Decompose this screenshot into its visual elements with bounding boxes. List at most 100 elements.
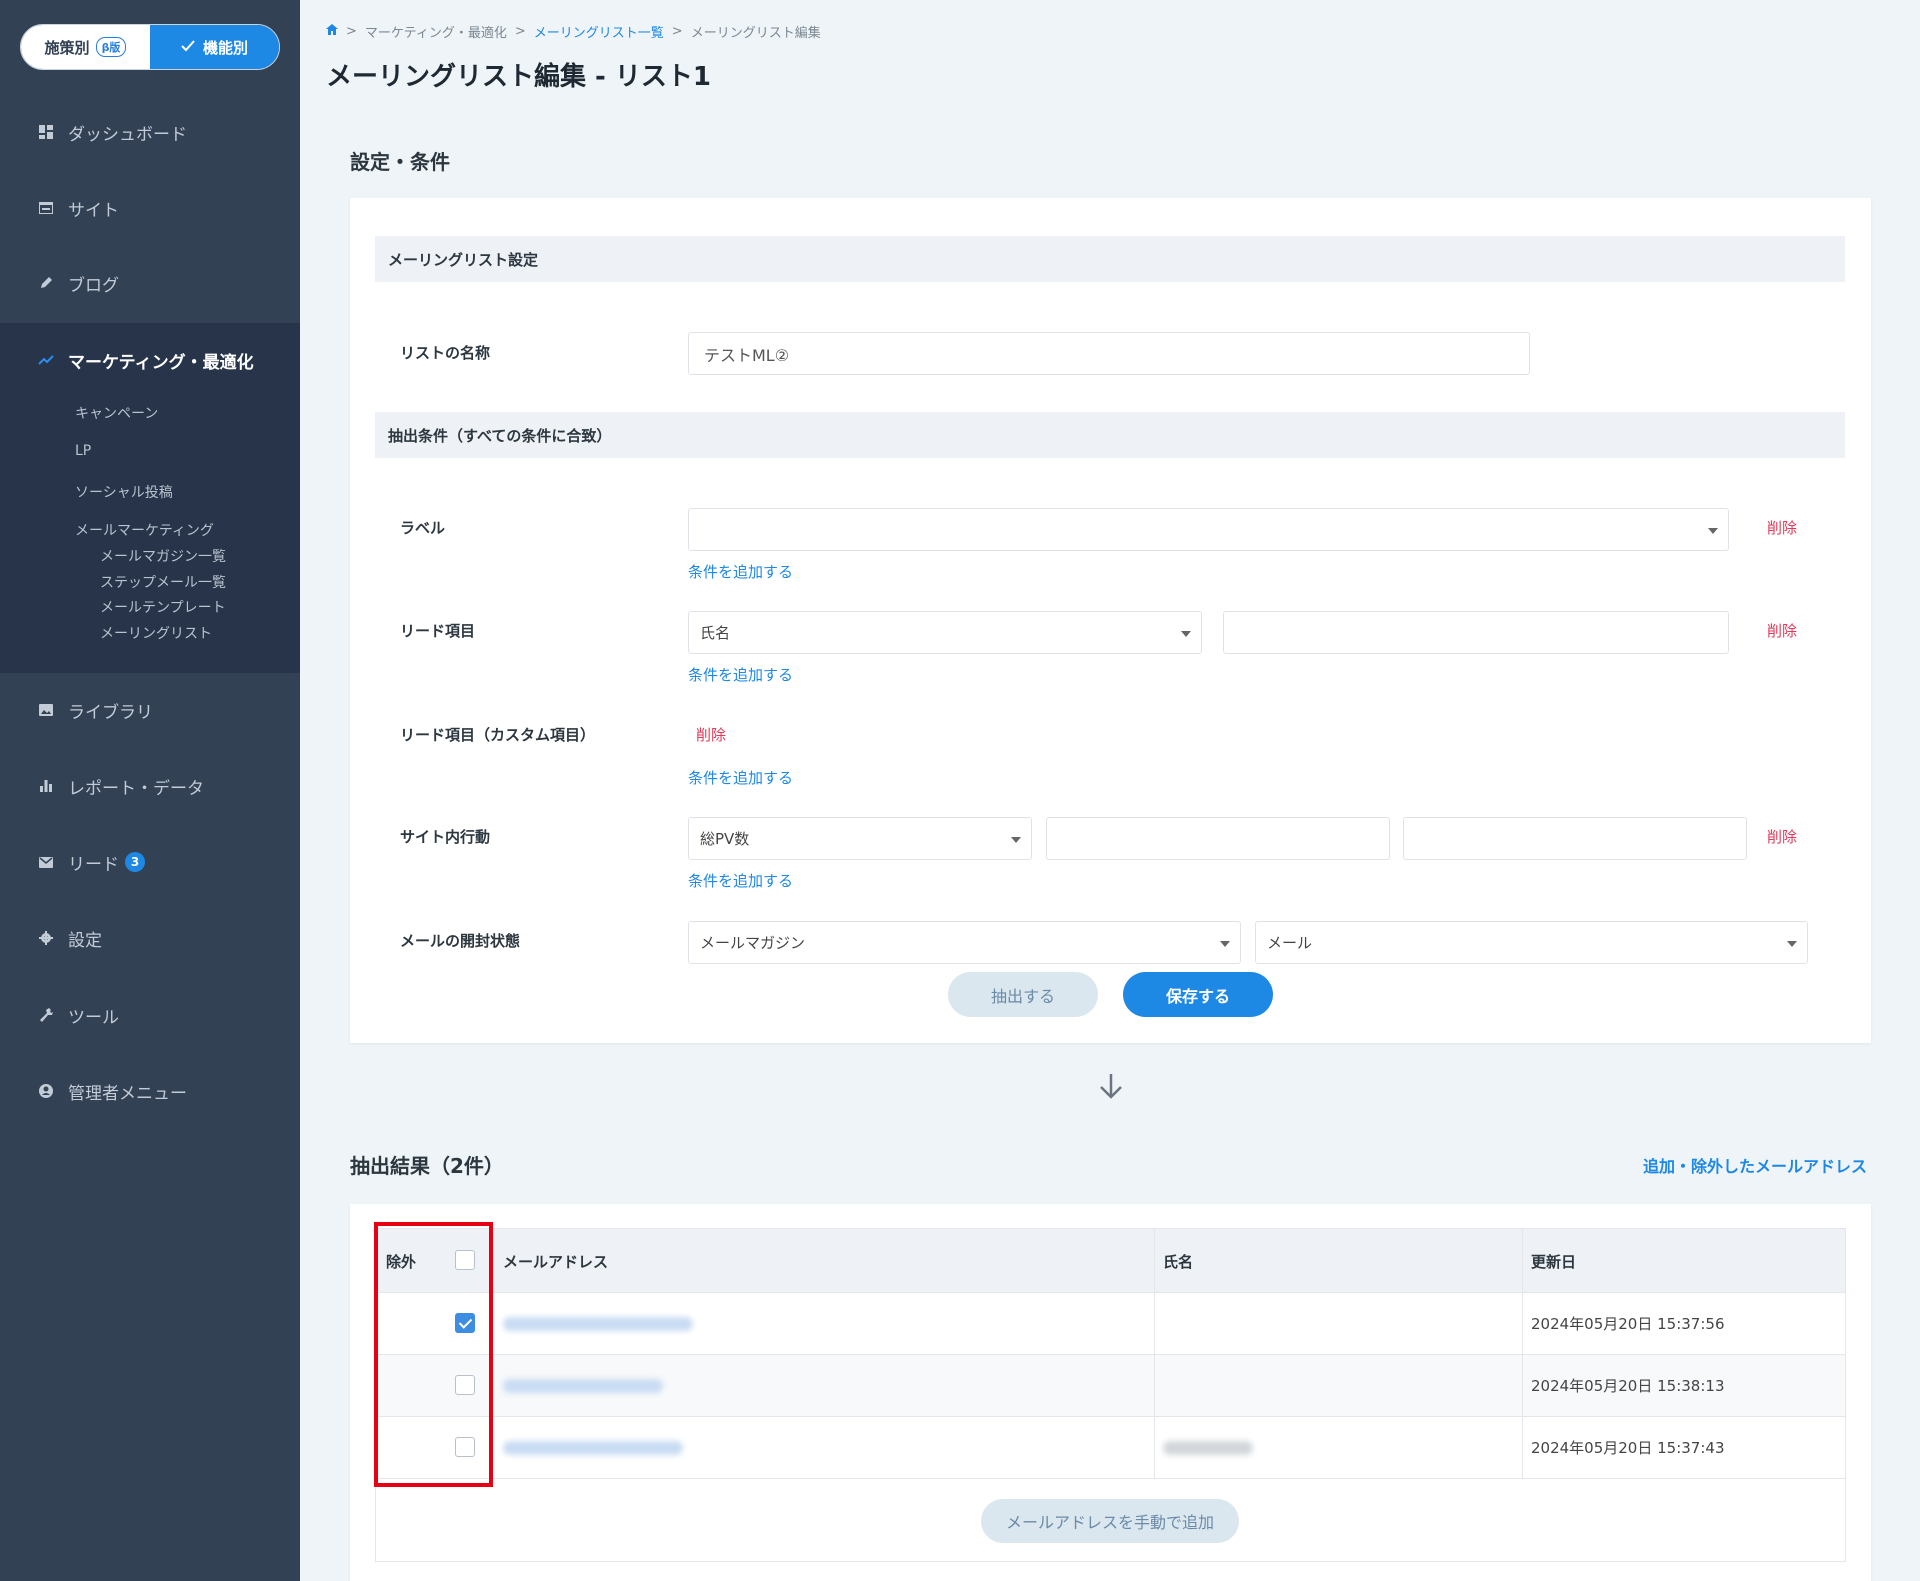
wrench-icon (38, 1007, 54, 1023)
sub-campaign[interactable]: キャンペーン (75, 403, 158, 423)
nav-settings[interactable]: 設定 (0, 918, 300, 958)
breadcrumb-separator: > (671, 24, 683, 39)
breadcrumb: > マーケティング・最適化 > メーリングリスト一覧 > メーリングリスト編集 (326, 22, 821, 41)
nav-admin[interactable]: 管理者メニュー (0, 1071, 300, 1111)
add-site-condition[interactable]: 条件を追加する (688, 870, 793, 891)
header-email: メールアドレス (503, 1253, 609, 1271)
table-row: 2024年05月20日 15:37:56 (376, 1292, 1845, 1354)
updated-date: 2024年05月20日 15:37:43 (1531, 1439, 1725, 1457)
nav-lead[interactable]: リード 3 (0, 842, 300, 882)
breadcrumb-marketing: マーケティング・最適化 (364, 26, 507, 41)
site-behavior-select[interactable]: 総PV数 (688, 817, 1032, 860)
label-select[interactable] (688, 508, 1729, 551)
home-icon[interactable] (326, 24, 338, 39)
name-redacted (1163, 1441, 1253, 1455)
label-condition-label: ラベル (400, 519, 446, 537)
extract-button[interactable]: 抽出する (948, 972, 1098, 1017)
save-button[interactable]: 保存する (1123, 972, 1273, 1017)
sub-mailing-list[interactable]: メーリングリスト (100, 623, 212, 643)
site-behavior-min-input[interactable] (1046, 817, 1390, 860)
email-redacted[interactable] (503, 1317, 693, 1331)
view-toggle[interactable]: 施策別 β版 機能別 (20, 24, 280, 70)
header-updated: 更新日 (1531, 1253, 1577, 1271)
sub-lp[interactable]: LP (75, 443, 91, 459)
add-custom-condition[interactable]: 条件を追加する (688, 767, 793, 788)
header-exclude: 除外 (386, 1253, 417, 1271)
trend-icon (38, 352, 54, 368)
added-excluded-emails-link[interactable]: 追加・除外したメールアドレス (1643, 1153, 1867, 1177)
pencil-icon (38, 275, 54, 291)
add-lead-condition[interactable]: 条件を追加する (688, 664, 793, 685)
nav-report[interactable]: レポート・データ (0, 766, 300, 806)
site-behavior-max-input[interactable] (1403, 817, 1747, 860)
updated-date: 2024年05月20日 15:37:56 (1531, 1315, 1725, 1333)
add-label-condition[interactable]: 条件を追加する (688, 561, 793, 582)
nav-site[interactable]: サイト (0, 188, 300, 228)
results-section-title: 抽出結果（2件） (350, 1154, 504, 1178)
nav-blog[interactable]: ブログ (0, 263, 300, 303)
settings-card: メーリングリスト設定 リストの名称 テストML② 抽出条件（すべての条件に合致）… (350, 198, 1871, 1043)
email-redacted[interactable] (503, 1441, 683, 1455)
lead-count-badge: 3 (125, 852, 145, 872)
nav-marketing[interactable]: マーケティング・最適化 (0, 340, 300, 380)
toggle-by-measure[interactable]: 施策別 β版 (21, 25, 150, 69)
delete-lead-condition[interactable]: 削除 (1767, 620, 1797, 641)
nav-dashboard[interactable]: ダッシュボード (0, 112, 300, 152)
chevron-down-icon (1181, 631, 1191, 637)
toggle-by-function[interactable]: 機能別 (150, 25, 279, 69)
sidebar: 施策別 β版 機能別 ダッシュボード サイト ブログ マーケティング・最適化 キ… (0, 0, 300, 1581)
settings-section-title: 設定・条件 (350, 150, 450, 174)
page-title: メーリングリスト編集 - リスト1 (326, 62, 711, 92)
lead-item-select[interactable]: 氏名 (688, 611, 1202, 654)
custom-item-label: リード項目（カスタム項目） (400, 726, 596, 744)
sub-mail-marketing[interactable]: メールマーケティング (75, 520, 214, 540)
arrow-down-icon (1098, 1072, 1124, 1104)
header-name: 氏名 (1163, 1253, 1194, 1271)
nav-library[interactable]: ライブラリ (0, 690, 300, 730)
delete-label-condition[interactable]: 削除 (1767, 517, 1797, 538)
sub-mail-magazine-list[interactable]: メールマガジン一覧 (100, 546, 226, 566)
breadcrumb-separator: > (514, 24, 526, 39)
email-redacted[interactable] (503, 1379, 663, 1393)
sub-step-mail-list[interactable]: ステップメール一覧 (100, 572, 226, 592)
delete-custom-condition[interactable]: 削除 (696, 724, 726, 745)
list-name-label: リストの名称 (400, 344, 491, 362)
lead-item-value-input[interactable] (1223, 611, 1729, 654)
exclude-checkbox[interactable] (455, 1437, 475, 1457)
mail-type-select[interactable]: メールマガジン (688, 921, 1241, 964)
column-divider (1154, 1229, 1155, 1478)
nav-tools[interactable]: ツール (0, 995, 300, 1035)
breadcrumb-separator: > (346, 24, 357, 39)
site-icon (38, 200, 54, 216)
breadcrumb-current: メーリングリスト編集 (690, 26, 821, 41)
mailing-list-settings-header: メーリングリスト設定 (375, 236, 1845, 282)
sub-social-post[interactable]: ソーシャル投稿 (75, 482, 173, 502)
exclude-checkbox[interactable] (455, 1375, 475, 1395)
chevron-down-icon (1011, 837, 1021, 843)
list-name-input[interactable]: テストML② (688, 332, 1530, 375)
delete-site-condition[interactable]: 削除 (1767, 826, 1797, 847)
image-icon (38, 702, 54, 718)
chevron-down-icon (1708, 528, 1718, 534)
exclude-checkbox[interactable] (455, 1313, 475, 1333)
chevron-down-icon (1220, 941, 1230, 947)
beta-badge: β版 (95, 37, 127, 57)
breadcrumb-mailing-list-index[interactable]: メーリングリスト一覧 (534, 22, 664, 41)
updated-date: 2024年05月20日 15:38:13 (1531, 1377, 1725, 1395)
table-row: 2024年05月20日 15:38:13 (376, 1354, 1845, 1416)
bar-chart-icon (38, 778, 54, 794)
user-icon (38, 1083, 54, 1099)
column-divider (492, 1229, 493, 1478)
table-footer-row: メールアドレスを手動で追加 (376, 1478, 1845, 1562)
mail-open-label: メールの開封状態 (400, 932, 521, 950)
table-row: 2024年05月20日 15:37:43 (376, 1416, 1845, 1478)
manual-add-email-button[interactable]: メールアドレスを手動で追加 (981, 1499, 1239, 1543)
chevron-down-icon (1787, 941, 1797, 947)
mail-select[interactable]: メール (1255, 921, 1808, 964)
site-behavior-label: サイト内行動 (400, 828, 491, 846)
select-all-checkbox[interactable] (455, 1250, 475, 1270)
dashboard-icon (38, 124, 54, 140)
extract-conditions-header: 抽出条件（すべての条件に合致） (375, 412, 1845, 458)
column-divider (1522, 1229, 1523, 1478)
sub-mail-template[interactable]: メールテンプレート (100, 597, 226, 617)
